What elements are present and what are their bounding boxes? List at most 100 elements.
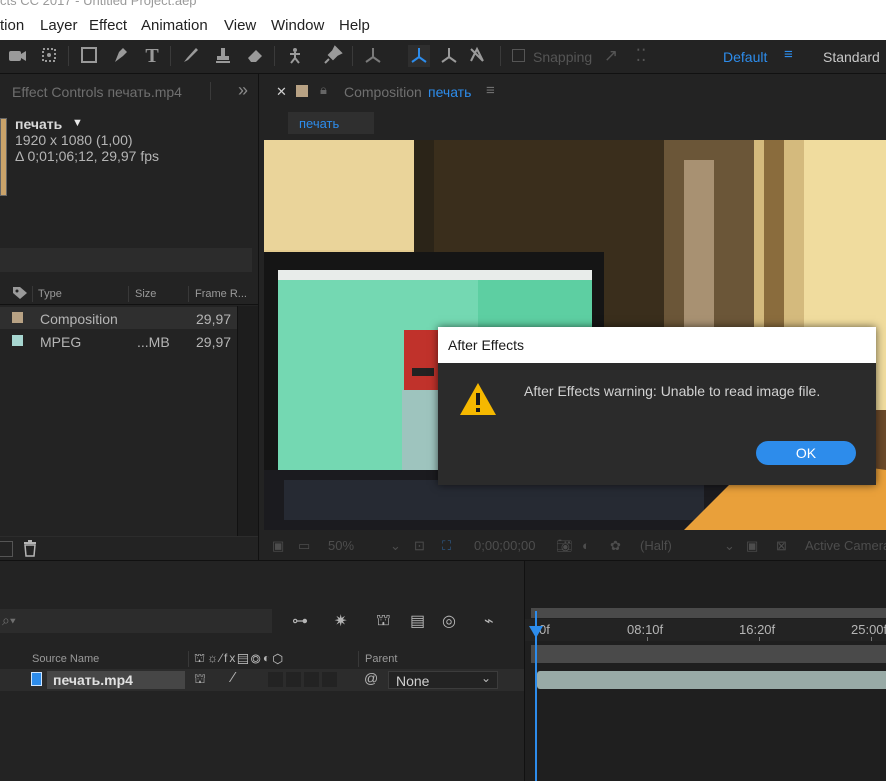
color-channel-icon[interactable]: ✿ [610,538,621,554]
composition-breadcrumb[interactable]: печать [288,112,374,134]
composition-tab-name[interactable]: печать [428,84,471,100]
menu-window[interactable]: Window [271,17,324,34]
layer-duration-bar[interactable] [537,671,886,689]
adjustment-switch[interactable] [322,672,337,687]
column-source-name[interactable]: Source Name [32,653,99,665]
pick-whip-icon[interactable]: @ [364,670,378,686]
world-axis-mode-icon[interactable] [408,45,430,67]
toolbar-separator [170,46,171,66]
panel-menu-icon[interactable]: ≡ [486,82,495,99]
tab-divider [210,82,211,100]
snap-edges-icon[interactable]: ↗ [600,45,622,67]
composition-flowchart-icon[interactable]: ⊶ [292,611,308,631]
zoom-select[interactable]: 50% [328,538,354,553]
frame-blend-switch[interactable] [286,672,301,687]
item-dropdown-icon[interactable]: ▼ [72,117,83,129]
motion-blur-icon[interactable]: ◎ [442,611,456,631]
project-row[interactable]: Composition 29,97 [0,307,258,329]
resolution-toggle-icon[interactable]: ⊡ [414,538,425,554]
shy-switch-icon[interactable]: ⛫ [194,671,206,689]
menu-help[interactable]: Help [339,17,370,34]
lock-icon[interactable]: 🔒︎ [320,82,327,98]
workspace-standard[interactable]: Standard [823,49,880,65]
new-folder-icon[interactable] [0,541,13,557]
workspace-default[interactable]: Default [723,49,767,65]
row-size: ...MB [137,334,170,350]
motion-blur-switch[interactable] [304,672,319,687]
resolution-select[interactable]: (Half) [640,538,672,553]
parent-select[interactable]: None ⌄ [388,671,498,689]
pan-behind-tool-icon[interactable] [38,45,60,67]
timeline-search-input[interactable]: ⌕▾ [0,609,272,633]
dialog-title: After Effects [448,337,524,353]
column-frame-rate[interactable]: Frame R... [195,288,247,300]
chevron-down-icon[interactable]: ⌄ [724,538,735,554]
transparency-grid-icon[interactable]: ▣ [746,538,758,554]
workspace-menu-icon[interactable]: ≡ [784,46,793,63]
column-parent[interactable]: Parent [365,653,397,665]
time-ruler[interactable]: 0f 08:10f 16:20f 25:00f [525,619,886,641]
toolbar-separator [68,46,69,66]
composition-tab-prefix[interactable]: Composition [344,84,422,100]
frame-blending-icon[interactable]: ▤ [410,611,425,631]
text-tool-icon[interactable]: T [141,45,163,67]
snapshot-camera-icon[interactable]: 📷︎ [556,538,573,554]
timeline-panel: ⌕▾ ⊶ ✷ ⛫ ▤ ◎ ⌁ Source Name ⛫☼⁄fx▤◎◐⬡ Par… [0,560,886,781]
clone-stamp-tool-icon[interactable] [212,45,234,67]
tab-effect-controls[interactable]: Effect Controls печать.mp4 [12,84,182,100]
ok-button[interactable]: OK [756,441,856,465]
snapping-checkbox[interactable] [512,49,525,62]
menu-layer[interactable]: Layer [40,17,78,34]
project-search-input[interactable] [0,248,252,272]
roto-brush-tool-icon[interactable] [284,45,306,67]
menu-effect[interactable]: Effect [89,17,127,34]
project-panel: Effect Controls печать.mp4 » печать ▼ 19… [0,74,259,561]
item-thumbnail [0,118,7,196]
ruler-tick [759,637,760,641]
shy-layers-icon[interactable]: ⛫ [376,611,391,631]
brush-tool-icon[interactable] [180,45,202,67]
trash-icon[interactable] [22,539,38,560]
close-icon[interactable]: ✕ [276,84,287,100]
label-column-icon[interactable] [12,286,28,303]
always-preview-icon[interactable]: ▣ [272,538,284,554]
monitor-icon[interactable]: ▭ [298,538,310,554]
draft-3d-icon[interactable]: ✷ [334,611,347,631]
column-type[interactable]: Type [38,288,62,300]
pen-tool-icon[interactable] [110,45,132,67]
project-row[interactable]: MPEG ...MB 29,97 [0,330,258,352]
panel-overflow-icon[interactable]: » [238,80,248,101]
snap-grid-icon[interactable]: ⁚⁚ [630,45,652,67]
layer-name-field[interactable]: печать.mp4 [47,671,185,689]
work-area-bar[interactable] [531,608,886,618]
view-axis-mode-icon[interactable] [438,45,460,67]
menu-composition[interactable]: tion [0,17,24,34]
puppet-pin-tool-icon[interactable] [322,45,344,67]
active-camera-select[interactable]: Active Camera [805,538,886,553]
playhead-handle[interactable] [529,626,543,638]
project-scrollbar[interactable] [237,306,258,536]
graph-editor-icon[interactable]: ⌁ [484,611,494,631]
grid-toggle-icon[interactable]: ⊠ [776,538,787,554]
local-axis-mode-icon[interactable] [362,45,384,67]
camera-tool-icon[interactable] [6,45,28,67]
axis-toggle-icon[interactable] [466,45,488,67]
chevron-down-icon[interactable]: ⌄ [390,538,401,554]
eraser-tool-icon[interactable] [244,45,266,67]
viewer-footer: ▣ ▭ 50% ⌄ ⊡ ⛶ 0;00;00;00 📷︎ ◐ ✿ (Half) ⌄… [264,532,886,560]
show-channel-icon[interactable]: ◐ [582,538,590,553]
quality-switch-icon[interactable]: ⁄ [232,669,235,686]
menu-view[interactable]: View [224,17,256,34]
rectangle-tool-icon[interactable] [78,45,100,67]
effect-switch[interactable] [268,672,283,687]
project-footer [0,536,258,561]
composition-label-color [296,85,308,97]
region-of-interest-icon[interactable]: ⛶ [442,538,451,554]
dialog-title-bar[interactable]: After Effects [438,327,876,363]
menu-animation[interactable]: Animation [141,17,208,34]
label-color-swatch [12,312,23,323]
current-time[interactable]: 0;00;00;00 [474,538,535,553]
column-size[interactable]: Size [135,288,156,300]
timeline-layer-row[interactable]: печать.mp4 ⛫ ⁄ @ None ⌄ [0,669,524,691]
time-navigator[interactable] [531,645,886,663]
